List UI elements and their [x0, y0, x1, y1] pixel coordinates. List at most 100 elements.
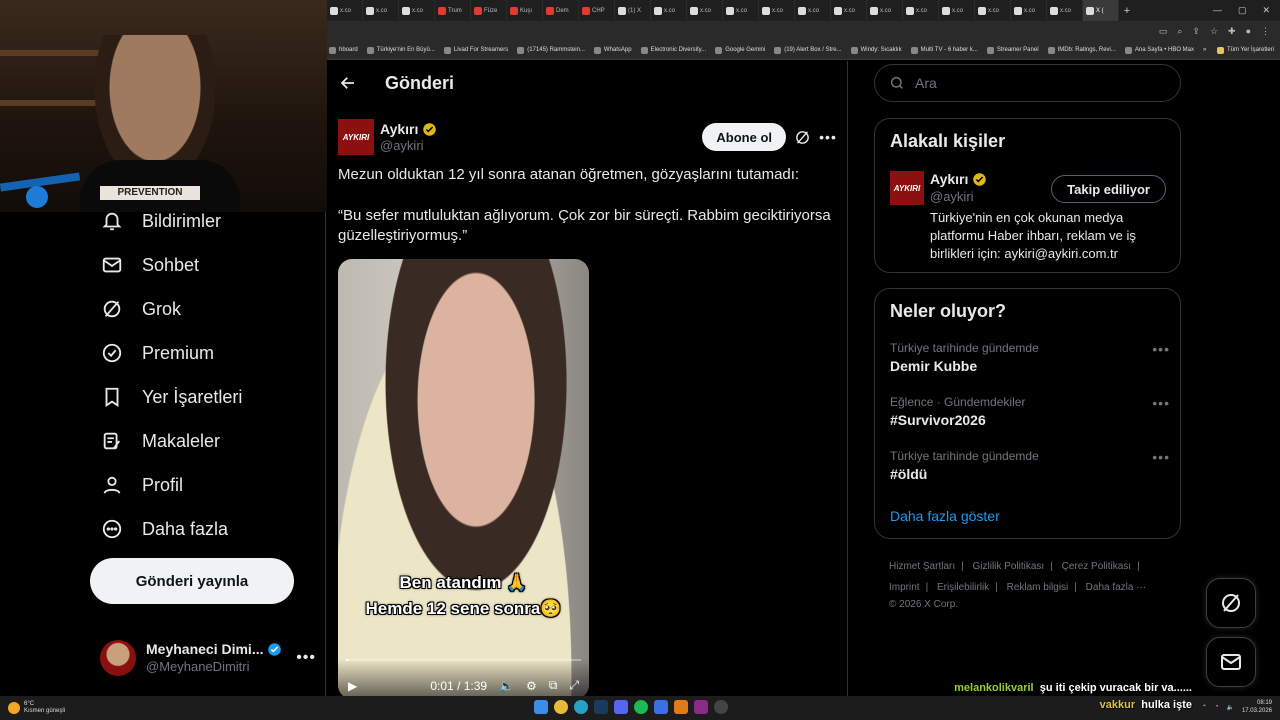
browser-tab[interactable]: x.co [687, 0, 723, 21]
footer-link[interactable]: Gizlilik Politikası [973, 561, 1045, 572]
bookmarks-more[interactable]: » [1203, 47, 1206, 53]
footer-link[interactable]: Hizmet Şartları [889, 561, 955, 572]
zoom-icon[interactable]: ⌕ [1177, 26, 1182, 37]
pip-icon[interactable]: ⧉ [549, 678, 558, 693]
browser-tab[interactable]: x.co [831, 0, 867, 21]
footer-link[interactable]: Çerez Politikası [1062, 561, 1131, 572]
install-icon[interactable]: ▭ [1159, 26, 1168, 37]
browser-tab[interactable]: Fûze [471, 0, 507, 21]
chrome-icon[interactable] [554, 700, 568, 714]
trend-more-icon[interactable]: ••• [1152, 341, 1170, 357]
edge-icon[interactable] [574, 700, 588, 714]
bookmark-item[interactable]: Multi TV - 6 haber k... [910, 46, 978, 54]
nav-profile[interactable]: Profil [100, 473, 183, 497]
post-button[interactable]: Gönderi yayınla [90, 558, 294, 604]
bookmark-item[interactable]: WhatsApp [593, 46, 632, 54]
bookmark-item[interactable]: hboard [329, 46, 358, 54]
spotify-icon[interactable] [634, 700, 648, 714]
extensions-icon[interactable]: ✚ [1228, 26, 1236, 37]
grok-fab-button[interactable] [1206, 578, 1256, 628]
browser-tab[interactable]: x.co [903, 0, 939, 21]
browser-tab[interactable]: x.co [975, 0, 1011, 21]
trend-item[interactable]: Türkiye tarihinde gündemde #öldü ••• [890, 449, 1170, 482]
browser-tab[interactable]: x.co [1011, 0, 1047, 21]
nav-notifications[interactable]: Bildirimler [100, 209, 221, 233]
nav-premium[interactable]: Premium [100, 341, 214, 365]
tray-network-icon[interactable]: ◔ [1215, 704, 1219, 710]
account-more-icon[interactable]: ••• [296, 649, 316, 667]
nav-chat[interactable]: Sohbet [100, 253, 199, 277]
all-bookmarks-folder[interactable]: Tüm Yer İşaretleri [1216, 46, 1280, 54]
nav-more[interactable]: Daha fazla [100, 517, 228, 541]
following-button[interactable]: Takip ediliyor [1051, 175, 1166, 203]
search-input[interactable]: Ara [874, 64, 1181, 102]
bookmark-item[interactable]: Livad For Streamers [443, 46, 508, 54]
bookmark-item[interactable]: Electronic Diversity... [640, 46, 706, 54]
nav-grok[interactable]: Grok [100, 297, 181, 321]
show-more-link[interactable]: Daha fazla göster [890, 508, 1000, 524]
phone-link-icon[interactable] [654, 700, 668, 714]
star-icon[interactable]: ☆ [1210, 26, 1218, 37]
back-arrow-icon[interactable] [339, 74, 357, 92]
vlc-icon[interactable] [674, 700, 688, 714]
profile-icon[interactable]: ● [1246, 26, 1251, 36]
messages-fab-button[interactable] [1206, 637, 1256, 687]
clock[interactable]: 08:19 17.03.2026 [1242, 699, 1272, 715]
video-player[interactable]: Ben atandım 🙏 Hemde 12 sene sonra🥺 ▶ 0:0… [338, 259, 589, 696]
footer-link[interactable]: Reklam bilgisi [1007, 582, 1069, 593]
nav-articles[interactable]: Makaleler [100, 429, 220, 453]
browser-tab[interactable]: (1) X [615, 0, 651, 21]
settings-icon[interactable]: ⚙ [526, 679, 537, 693]
browser-tab[interactable]: Dem [543, 0, 579, 21]
browser-tab[interactable]: X ( [1083, 0, 1119, 21]
browser-tab[interactable]: Kuşı [507, 0, 543, 21]
trend-item[interactable]: Türkiye tarihinde gündemde Demir Kubbe •… [890, 341, 1170, 374]
nav-bookmarks[interactable]: Yer İşaretleri [100, 385, 242, 409]
footer-link[interactable]: Imprint [889, 582, 920, 593]
subscribe-button[interactable]: Abone ol [702, 123, 786, 151]
author-avatar[interactable]: AYKIRI [338, 119, 374, 155]
nextcloud-icon[interactable] [694, 700, 708, 714]
author-display-name[interactable]: Aykırı [380, 121, 437, 138]
browser-tab[interactable]: x.co [759, 0, 795, 21]
close-icon[interactable]: ✕ [1262, 5, 1270, 16]
minimize-icon[interactable]: — [1213, 5, 1222, 16]
bookmark-item[interactable]: Google Gemini [715, 46, 765, 54]
browser-tab[interactable]: Trum [435, 0, 471, 21]
browser-tab[interactable]: x.co [939, 0, 975, 21]
bookmark-item[interactable]: IMDb: Ratings, Revi... [1047, 46, 1116, 54]
menu-icon[interactable]: ⋮ [1261, 26, 1270, 37]
more-options-icon[interactable]: ••• [818, 129, 838, 145]
obs-icon[interactable] [714, 700, 728, 714]
share-icon[interactable]: ⇪ [1192, 26, 1200, 37]
author-handle[interactable]: @aykiri [380, 138, 437, 154]
trend-more-icon[interactable]: ••• [1152, 449, 1170, 465]
play-icon[interactable]: ▶ [348, 679, 357, 693]
browser-tab[interactable]: x.co [723, 0, 759, 21]
browser-tab[interactable]: x.co [651, 0, 687, 21]
browser-tab[interactable]: x.co [867, 0, 903, 21]
video-progress-bar[interactable] [346, 659, 581, 661]
new-tab-button[interactable]: + [1119, 5, 1135, 17]
browser-tab[interactable]: x.co [399, 0, 435, 21]
browser-tab[interactable]: x.co [1047, 0, 1083, 21]
bookmark-item[interactable]: Türkiye'nin En Büyü... [366, 46, 435, 54]
trend-item[interactable]: Eğlence · Gündemdekiler #Survivor2026 ••… [890, 395, 1170, 428]
browser-tab[interactable]: x.co [327, 0, 363, 21]
volume-icon[interactable]: 🔈 [499, 679, 514, 693]
start-icon[interactable] [534, 700, 548, 714]
browser-tab[interactable]: x.co [363, 0, 399, 21]
fullscreen-icon[interactable]: ⤢ [569, 678, 579, 693]
tray-volume-icon[interactable]: 🔈 [1226, 704, 1233, 711]
grok-icon[interactable] [792, 129, 812, 146]
bookmark-item[interactable]: Windy: Sıcaklık [850, 46, 902, 54]
weather-widget[interactable]: 6°C Kısmen güneşli [0, 701, 65, 715]
bookmark-item[interactable]: (19) Alert Box / Stre... [774, 46, 842, 54]
footer-link[interactable]: Erişilebilirlik [937, 582, 989, 593]
maximize-icon[interactable]: ▢ [1238, 5, 1247, 16]
browser-tab[interactable]: x.co [795, 0, 831, 21]
steam-icon[interactable] [594, 700, 608, 714]
bookmark-item[interactable]: Streamer Panel [986, 46, 1039, 54]
tray-chevron-icon[interactable]: ⌃ [1202, 704, 1207, 711]
bookmark-item[interactable]: (17145) Rammstein... [517, 46, 585, 54]
